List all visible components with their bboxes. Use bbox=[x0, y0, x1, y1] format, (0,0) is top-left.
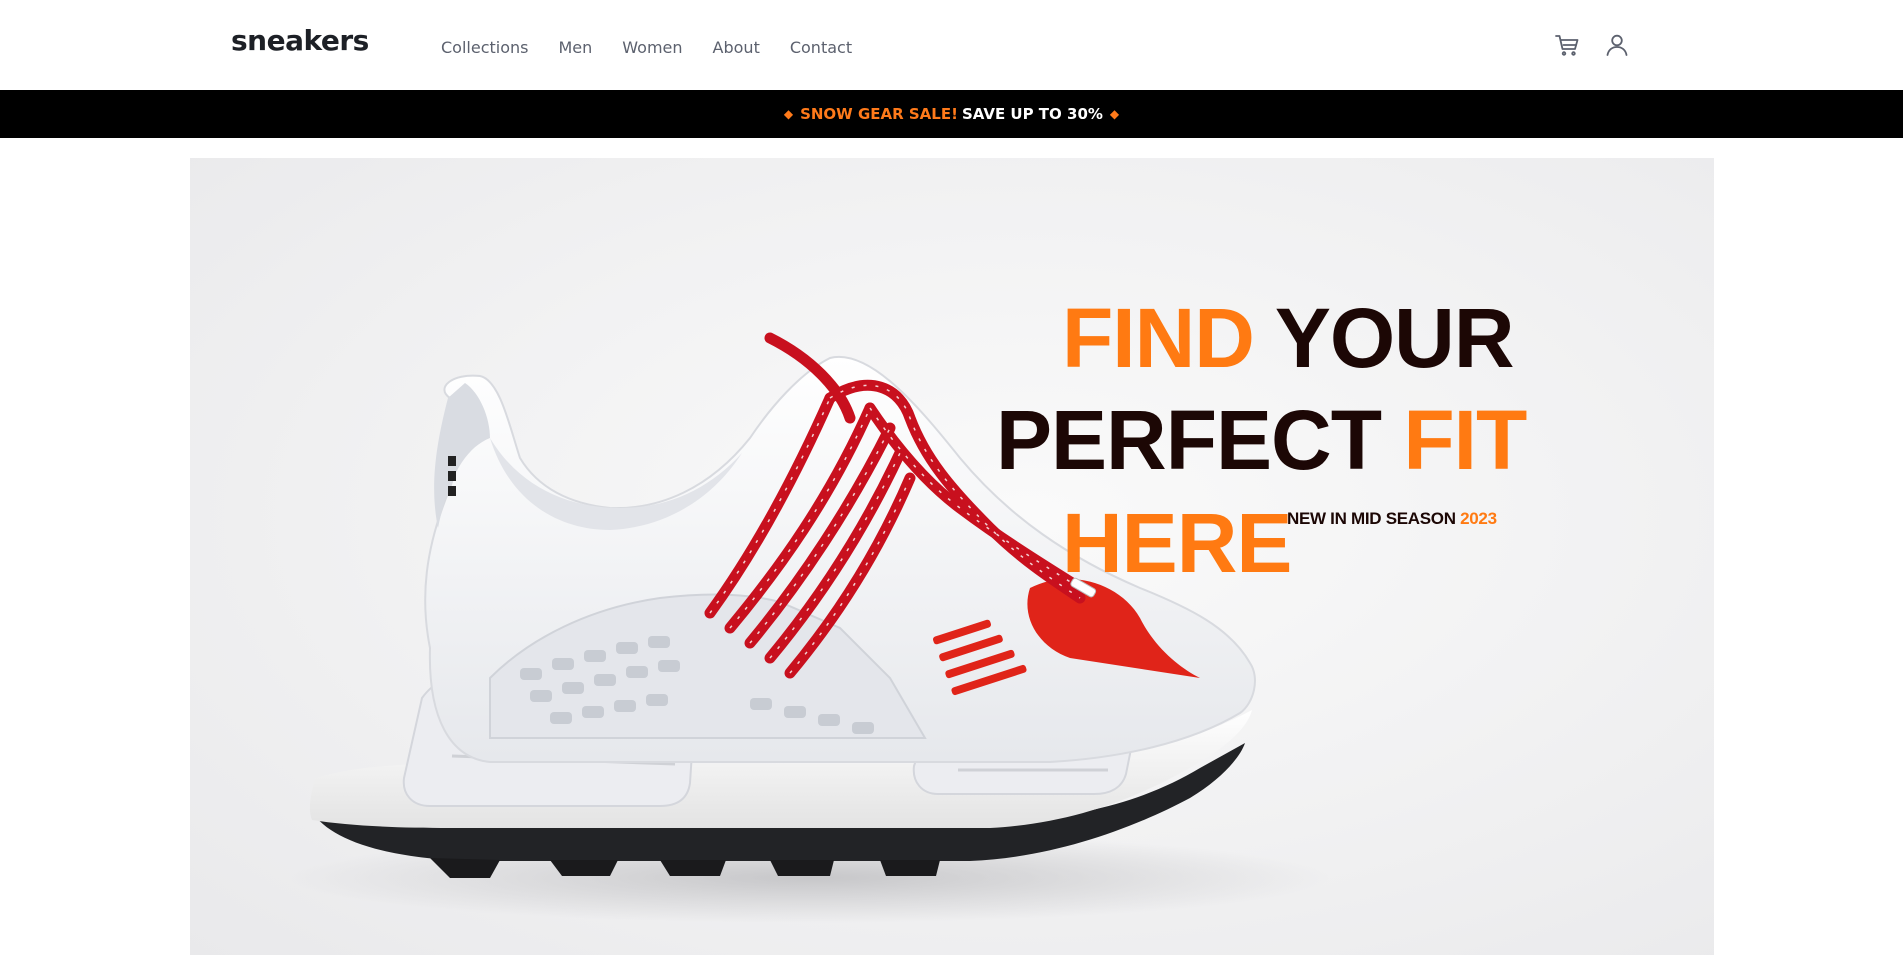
cart-button[interactable] bbox=[1554, 32, 1580, 58]
hero-banner: FIND YOUR PERFECT FIT HERE NEW IN MID SE… bbox=[190, 158, 1714, 955]
season-tagline: NEW IN MID SEASON 2023 bbox=[1287, 509, 1497, 529]
hero-word-perfect: PERFECT bbox=[996, 393, 1382, 487]
season-year: 2023 bbox=[1460, 509, 1497, 528]
nav-link-women[interactable]: Women bbox=[622, 38, 682, 57]
hero-headline-line-1: FIND YOUR bbox=[1062, 296, 1515, 380]
cart-icon bbox=[1555, 35, 1579, 56]
promo-banner[interactable]: ◆ SNOW GEAR SALE! SAVE UP TO 30% ◆ bbox=[0, 90, 1903, 138]
nav-link-collections[interactable]: Collections bbox=[441, 38, 528, 57]
hero-word-find: FIND bbox=[1062, 291, 1255, 385]
main-nav: Collections Men Women About Contact bbox=[441, 38, 852, 57]
user-icon bbox=[1606, 34, 1628, 56]
hero-word-your: YOUR bbox=[1274, 291, 1515, 385]
promo-sale-text: SNOW GEAR SALE! bbox=[800, 105, 958, 123]
hero-headline-line-2: PERFECT FIT bbox=[996, 398, 1527, 482]
hero-word-here: HERE bbox=[1062, 496, 1292, 590]
nav-link-contact[interactable]: Contact bbox=[790, 38, 852, 57]
diamond-icon: ◆ bbox=[1109, 107, 1120, 121]
season-text: NEW IN MID SEASON bbox=[1287, 509, 1456, 528]
nav-link-men[interactable]: Men bbox=[558, 38, 592, 57]
hero-headline-line-3: HERE bbox=[1062, 501, 1292, 585]
site-header: sneakers Collections Men Women About Con… bbox=[0, 0, 1903, 90]
nav-link-about[interactable]: About bbox=[713, 38, 760, 57]
promo-save-text: SAVE UP TO 30% bbox=[961, 105, 1103, 123]
account-button[interactable] bbox=[1604, 32, 1630, 58]
hero-word-fit: FIT bbox=[1403, 393, 1527, 487]
logo[interactable]: sneakers bbox=[231, 24, 369, 57]
sneaker-image bbox=[290, 332, 1330, 923]
diamond-icon: ◆ bbox=[783, 107, 794, 121]
